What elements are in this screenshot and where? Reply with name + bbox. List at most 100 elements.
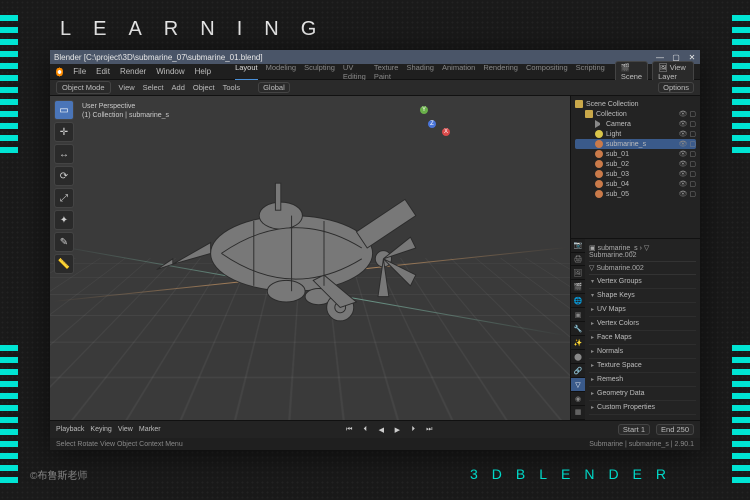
tab-comp[interactable]: Compositing [526, 63, 568, 81]
next-key-icon[interactable]: ⏵ [408, 425, 418, 435]
outliner-item[interactable]: Camera👁 ▢ [575, 119, 696, 129]
datablock-name[interactable]: ▽ Submarine.002 [589, 262, 696, 275]
panel-uv-maps[interactable]: UV Maps [589, 303, 696, 317]
tab-modifier-icon[interactable]: 🔧 [571, 322, 585, 336]
properties-body[interactable]: ▣ submarine_s › ▽ Submarine.002 ▽ Submar… [585, 239, 700, 420]
tab-sculpting[interactable]: Sculpting [304, 63, 335, 81]
frame-end[interactable]: End 250 [656, 424, 694, 435]
jump-end-icon[interactable]: ⏭ [424, 425, 434, 435]
tab-script[interactable]: Scripting [576, 63, 605, 81]
properties-panel: 📷 🖨 🖼 🎬 🌐 ▣ 🔧 ✨ ⬤ 🔗 ▽ ◉ ▦ ▣ submarine_s … [571, 239, 700, 420]
mode-selector[interactable]: Object Mode [56, 81, 111, 94]
blender-logo-icon [56, 67, 63, 77]
visibility-toggles[interactable]: 👁 ▢ [679, 130, 696, 138]
axis-x-icon[interactable]: X [442, 128, 450, 136]
panel-remesh[interactable]: Remesh [589, 373, 696, 387]
outliner-panel[interactable]: Scene Collection Collection👁 ▢Camera👁 ▢L… [571, 96, 700, 239]
panel-geometry-data[interactable]: Geometry Data [589, 387, 696, 401]
visibility-toggles[interactable]: 👁 ▢ [679, 120, 696, 128]
3d-viewport[interactable]: ▭ ✛ ↔ ⟳ ⤢ ✦ ✎ 📏 User Perspective (1) Col… [50, 96, 570, 420]
nav-gizmo[interactable]: X Y Z [414, 106, 450, 142]
tab-render[interactable]: Rendering [483, 63, 518, 81]
outliner-item[interactable]: Collection👁 ▢ [575, 109, 696, 119]
panel-texture-space[interactable]: Texture Space [589, 359, 696, 373]
axis-y-icon[interactable]: Y [420, 106, 428, 114]
tab-world-icon[interactable]: 🌐 [571, 294, 585, 308]
menu-object[interactable]: Object [193, 83, 215, 92]
visibility-toggles[interactable]: 👁 ▢ [679, 170, 696, 178]
options-button[interactable]: Options [658, 82, 694, 93]
tab-render-icon[interactable]: 📷 [571, 239, 585, 253]
menu-file[interactable]: File [73, 67, 86, 76]
tab-material-icon[interactable]: ◉ [571, 392, 585, 406]
tab-particle-icon[interactable]: ✨ [571, 336, 585, 350]
timeline-marker[interactable]: Marker [139, 426, 161, 433]
tab-shading[interactable]: Shading [406, 63, 434, 81]
tab-view-icon[interactable]: 🖼 [571, 266, 585, 280]
menu-add[interactable]: Add [172, 83, 185, 92]
tab-constraint-icon[interactable]: 🔗 [571, 364, 585, 378]
breadcrumb[interactable]: ▣ submarine_s › ▽ Submarine.002 [589, 242, 696, 262]
outliner-item[interactable]: Light👁 ▢ [575, 129, 696, 139]
tab-data-icon[interactable]: ▽ [571, 378, 585, 392]
menu-render[interactable]: Render [120, 67, 146, 76]
tool-cursor[interactable]: ✛ [54, 122, 74, 142]
tab-anim[interactable]: Animation [442, 63, 475, 81]
outliner-item[interactable]: sub_04👁 ▢ [575, 179, 696, 189]
panel-vertex-groups[interactable]: Vertex Groups [589, 275, 696, 289]
visibility-toggles[interactable]: 👁 ▢ [679, 150, 696, 158]
jump-start-icon[interactable]: ⏮ [344, 425, 354, 435]
menubar: File Edit Render Window Help Layout Mode… [50, 64, 700, 80]
submarine-mesh[interactable] [154, 167, 440, 329]
visibility-toggles[interactable]: 👁 ▢ [679, 190, 696, 198]
tab-layout[interactable]: Layout [235, 63, 258, 81]
visibility-toggles[interactable]: 👁 ▢ [679, 140, 696, 148]
tool-select[interactable]: ▭ [54, 100, 74, 120]
timeline-keying[interactable]: Keying [90, 426, 111, 433]
panel-face-maps[interactable]: Face Maps [589, 331, 696, 345]
visibility-toggles[interactable]: 👁 ▢ [679, 160, 696, 168]
tab-uv[interactable]: UV Editing [343, 63, 366, 81]
tab-texpaint[interactable]: Texture Paint [374, 63, 399, 81]
panel-shape-keys[interactable]: Shape Keys [589, 289, 696, 303]
visibility-toggles[interactable]: 👁 ▢ [679, 110, 696, 118]
play-icon[interactable]: ▶ [392, 425, 402, 435]
tab-texture-icon[interactable]: ▦ [571, 406, 585, 420]
outliner-item[interactable]: sub_05👁 ▢ [575, 189, 696, 199]
menu-tools[interactable]: Tools [223, 83, 241, 92]
timeline-view[interactable]: View [118, 426, 133, 433]
orientation-selector[interactable]: Global [258, 82, 290, 93]
outliner-item[interactable]: sub_02👁 ▢ [575, 159, 696, 169]
tool-scale[interactable]: ⤢ [54, 188, 74, 208]
outliner-header[interactable]: Scene Collection [575, 99, 696, 109]
outliner-item[interactable]: sub_01👁 ▢ [575, 149, 696, 159]
tool-rotate[interactable]: ⟳ [54, 166, 74, 186]
tab-object-icon[interactable]: ▣ [571, 308, 585, 322]
tool-annotate[interactable]: ✎ [54, 232, 74, 252]
visibility-toggles[interactable]: 👁 ▢ [679, 180, 696, 188]
tab-scene-icon[interactable]: 🎬 [571, 280, 585, 294]
prev-key-icon[interactable]: ⏴ [360, 425, 370, 435]
menu-help[interactable]: Help [195, 67, 211, 76]
panel-custom-properties[interactable]: Custom Properties [589, 401, 696, 415]
menu-edit[interactable]: Edit [96, 67, 110, 76]
menu-view[interactable]: View [119, 83, 135, 92]
timeline[interactable]: Playback Keying View Marker ⏮ ⏴ ◀ ▶ ⏵ ⏭ … [50, 420, 700, 438]
menu-select[interactable]: Select [143, 83, 164, 92]
frame-start[interactable]: Start 1 [618, 424, 650, 435]
timeline-playback[interactable]: Playback [56, 426, 84, 433]
outliner-item[interactable]: submarine_s👁 ▢ [575, 139, 696, 149]
tab-physics-icon[interactable]: ⬤ [571, 350, 585, 364]
axis-z-icon[interactable]: Z [428, 120, 436, 128]
menu-window[interactable]: Window [156, 67, 184, 76]
panel-vertex-colors[interactable]: Vertex Colors [589, 317, 696, 331]
tool-measure[interactable]: 📏 [54, 254, 74, 274]
workspace-tabs: Layout Modeling Sculpting UV Editing Tex… [235, 63, 605, 81]
tab-modeling[interactable]: Modeling [266, 63, 296, 81]
outliner-item[interactable]: sub_03👁 ▢ [575, 169, 696, 179]
panel-normals[interactable]: Normals [589, 345, 696, 359]
tab-output-icon[interactable]: 🖨 [571, 253, 585, 267]
tool-move[interactable]: ↔ [54, 144, 74, 164]
play-rev-icon[interactable]: ◀ [376, 425, 386, 435]
tool-transform[interactable]: ✦ [54, 210, 74, 230]
